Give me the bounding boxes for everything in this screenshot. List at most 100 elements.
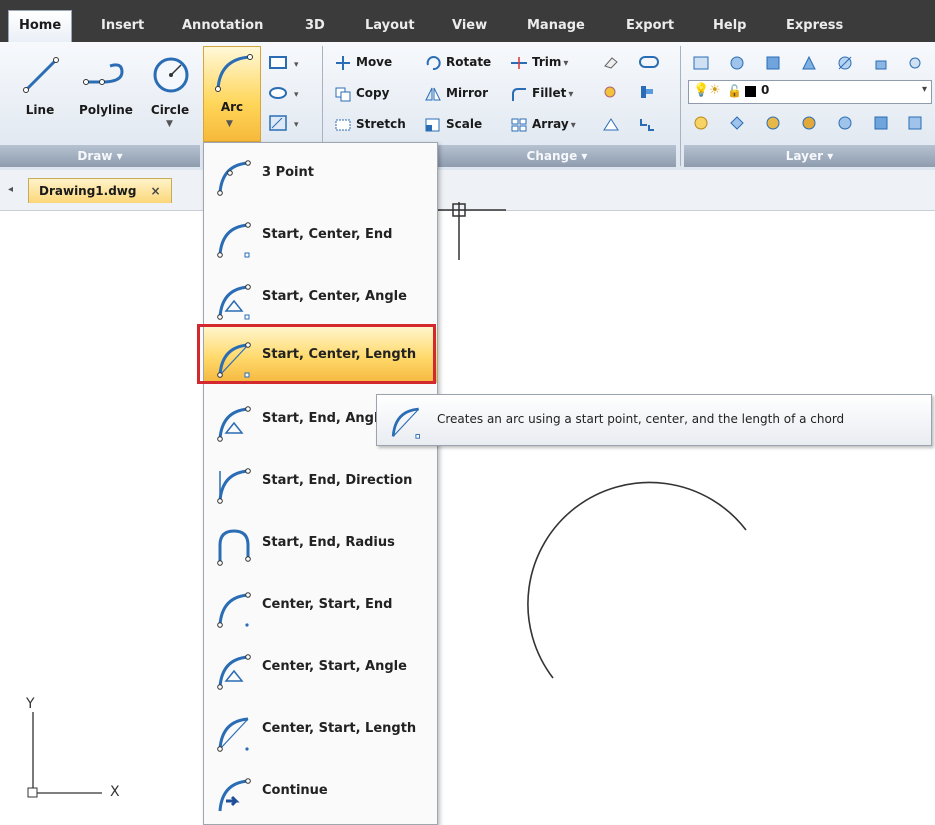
layer-walk-icon[interactable] xyxy=(764,114,782,132)
arc-icon xyxy=(215,54,253,92)
menu-item-continue[interactable]: Continue xyxy=(204,763,437,819)
fillet-button[interactable]: Fillet ▾ xyxy=(510,82,573,104)
svg-text:▾: ▾ xyxy=(294,60,299,70)
erase-icon[interactable] xyxy=(602,54,620,70)
circle-dropdown-icon: ▼ xyxy=(166,119,173,129)
array-button[interactable]: Array ▾ xyxy=(510,113,576,135)
tab-manage[interactable]: Manage xyxy=(527,14,585,38)
sun-icon: ☀ xyxy=(709,83,721,98)
line-label: Line xyxy=(25,103,55,117)
menu-item-center-start-end[interactable]: Center, Start, End xyxy=(204,577,437,633)
layer-dropdown[interactable]: 💡 ☀ 🔓 0 ▾ xyxy=(688,80,932,104)
tab-home[interactable]: Home xyxy=(8,10,73,45)
arc-button[interactable]: Arc ▼ xyxy=(203,46,261,142)
menu-item-label: Center, Start, End xyxy=(262,597,393,612)
menu-item-label: Center, Start, Angle xyxy=(262,659,407,674)
tab-express[interactable]: Express xyxy=(786,14,843,38)
ellipse-icon[interactable]: ▾ xyxy=(268,84,304,102)
align-icon[interactable] xyxy=(638,84,656,100)
hatch-icon[interactable]: ▾ xyxy=(268,114,304,132)
mirror-icon xyxy=(425,87,441,100)
menu-item-start-end-radius[interactable]: Start, End, Radius xyxy=(204,515,437,571)
menu-item-start-center-angle[interactable]: Start, Center, Angle xyxy=(204,269,437,325)
join-icon[interactable] xyxy=(638,54,660,70)
rotate-icon xyxy=(426,55,441,70)
layer-settings-icon[interactable] xyxy=(906,114,924,132)
svg-text:▾: ▾ xyxy=(294,120,299,130)
trim-button[interactable]: Trim ▾ xyxy=(510,51,568,73)
make-current-icon[interactable] xyxy=(692,114,710,132)
tab-view[interactable]: View xyxy=(452,14,487,38)
arc-dropdown-menu: 3 Point Start, Center, End Start, Center… xyxy=(203,142,438,825)
menu-item-label: Continue xyxy=(262,783,328,798)
tab-export[interactable]: Export xyxy=(626,14,674,38)
copy-icon xyxy=(335,87,351,101)
circle-button[interactable]: Circle ▼ xyxy=(142,50,198,136)
ucs-origin-icon xyxy=(27,787,38,798)
line-icon xyxy=(23,57,59,93)
polyline-button[interactable]: Polyline xyxy=(74,50,138,136)
menu-item-start-end-direction[interactable]: Start, End, Direction xyxy=(204,453,437,509)
menu-item-label: Start, Center, Angle xyxy=(262,289,407,304)
color-swatch xyxy=(745,86,756,97)
rectangle-icon[interactable]: ▾ xyxy=(268,54,304,72)
layer-delete-icon[interactable] xyxy=(836,114,854,132)
arc-start-center-angle-icon xyxy=(217,284,251,320)
menu-item-label: 3 Point xyxy=(262,165,314,180)
svg-text:▾: ▾ xyxy=(294,90,299,100)
chevron-down-icon: ▾ xyxy=(921,84,927,95)
change-panel-title[interactable]: Change ▾ xyxy=(438,145,676,167)
menu-item-3-point[interactable]: 3 Point xyxy=(204,145,437,201)
layer-previous-icon[interactable] xyxy=(728,114,746,132)
arc-label: Arc xyxy=(220,100,244,114)
menu-item-label: Start, End, Radius xyxy=(262,535,395,550)
line-button[interactable]: Line xyxy=(12,50,68,136)
tooltip: Creates an arc using a start point, cent… xyxy=(376,394,932,446)
tab-3d[interactable]: 3D xyxy=(305,14,325,38)
layer-panel-title[interactable]: Layer ▾ xyxy=(684,145,935,167)
tab-annotation[interactable]: Annotation xyxy=(182,14,263,38)
canvas-graphics xyxy=(27,202,747,798)
layer-properties-icon[interactable] xyxy=(692,54,710,72)
menu-item-label: Start, Center, End xyxy=(262,227,393,242)
arc-start-end-radius-icon xyxy=(217,529,251,566)
explode-icon[interactable] xyxy=(602,84,620,100)
arc-start-end-direction-icon xyxy=(217,468,251,504)
tab-insert[interactable]: Insert xyxy=(101,14,144,38)
mirror-button[interactable]: Mirror xyxy=(424,82,488,104)
move-button[interactable]: Move xyxy=(334,51,392,73)
menu-item-start-center-end[interactable]: Start, Center, End xyxy=(204,207,437,263)
circle-icon xyxy=(153,57,189,93)
arc-start-center-end-icon xyxy=(217,222,251,258)
close-icon[interactable]: × xyxy=(150,184,160,198)
layer-name: 0 xyxy=(761,83,770,97)
menu-item-label: Start, End, Direction xyxy=(262,473,413,488)
menu-item-center-start-angle[interactable]: Center, Start, Angle xyxy=(204,639,437,695)
offset-icon[interactable] xyxy=(602,116,620,132)
polyline-label: Polyline xyxy=(79,103,133,117)
layer-freeze-icon[interactable] xyxy=(836,54,854,72)
ucs-y-label: Y xyxy=(26,696,35,712)
scale-button[interactable]: Scale xyxy=(424,113,482,135)
stretch-button[interactable]: Stretch xyxy=(334,113,406,135)
layer-state-icon[interactable] xyxy=(728,54,746,72)
layer-isolate-icon[interactable] xyxy=(764,54,782,72)
tab-layout[interactable]: Layout xyxy=(365,14,415,38)
draw-panel-title[interactable]: Draw ▾ xyxy=(0,145,200,167)
layer-off-icon[interactable] xyxy=(800,54,818,72)
menu-item-center-start-length[interactable]: Center, Start, Length xyxy=(204,701,437,757)
menu-item-label: Center, Start, Length xyxy=(262,721,417,736)
panel-separator xyxy=(680,46,681,166)
layer-match-icon[interactable] xyxy=(906,54,924,72)
tab-scroll-left-icon[interactable]: ◂ xyxy=(8,184,13,195)
break-icon[interactable] xyxy=(638,116,656,132)
tab-help[interactable]: Help xyxy=(713,14,746,38)
arc-continue-icon xyxy=(218,778,251,812)
layer-translate-icon[interactable] xyxy=(872,114,890,132)
rotate-button[interactable]: Rotate xyxy=(424,51,491,73)
layer-lock-icon[interactable] xyxy=(872,54,890,72)
layer-merge-icon[interactable] xyxy=(800,114,818,132)
tooltip-text: Creates an arc using a start point, cent… xyxy=(437,412,845,426)
array-icon xyxy=(511,118,527,131)
copy-button[interactable]: Copy xyxy=(334,82,389,104)
